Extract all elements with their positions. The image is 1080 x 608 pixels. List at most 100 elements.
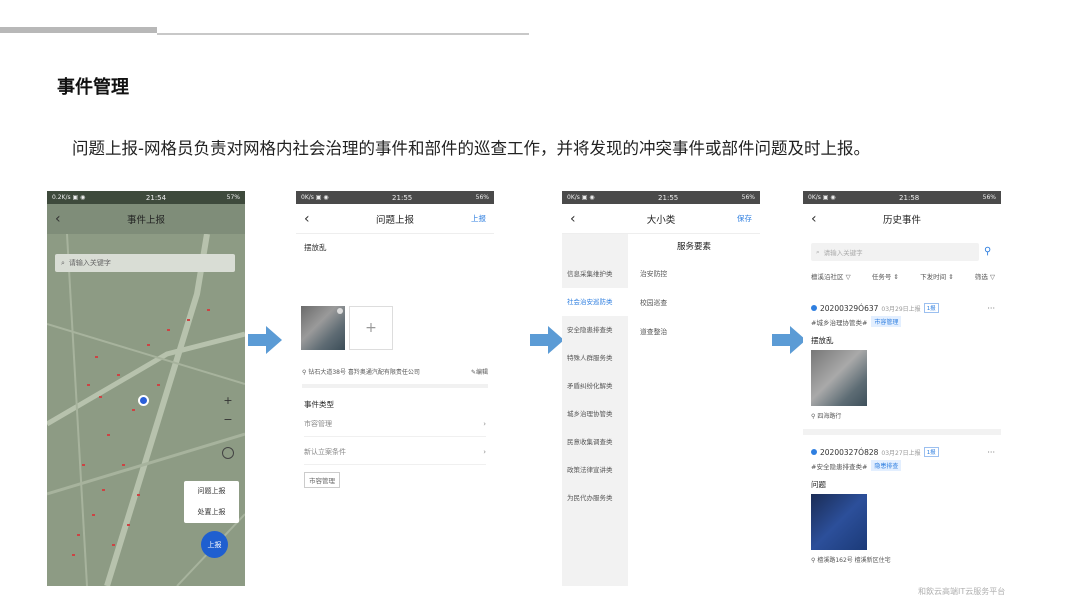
back-icon[interactable]: ‹ bbox=[304, 211, 334, 227]
history-search-input[interactable]: ⌕ 请输入关键字 bbox=[811, 243, 979, 261]
photo-thumbnail[interactable] bbox=[301, 306, 345, 350]
event-photo[interactable] bbox=[811, 494, 867, 550]
page-title: 问题上报 bbox=[375, 214, 414, 226]
category-item[interactable]: 城乡治理协管类 bbox=[562, 400, 628, 428]
more-icon[interactable]: ··· bbox=[987, 304, 995, 313]
search-icon: ⌕ bbox=[816, 247, 820, 256]
subcategory-item[interactable]: 道查整治 bbox=[640, 318, 667, 347]
status-right: 57% bbox=[226, 194, 240, 201]
category-item[interactable]: 信息采集维护类 bbox=[562, 260, 628, 288]
subcategory-heading: 服务要素 bbox=[676, 242, 711, 252]
search-icon: ⌕ bbox=[61, 258, 65, 267]
category-item[interactable]: 政策法律宣讲类 bbox=[562, 456, 628, 484]
event-card[interactable]: 20200329Ó637 03月29日上报 1报 ··· #城乡治理协管类# 市… bbox=[811, 303, 995, 420]
slide-title: 事件管理 bbox=[57, 77, 129, 98]
status-left: 0K/s ▣ ◉ bbox=[301, 194, 329, 201]
filter-issue-time[interactable]: 下发时间 ⇕ bbox=[920, 271, 954, 281]
location-text: 钻石大道38号 喜羚奥通汽配有限责任公司 bbox=[308, 369, 420, 376]
page-title: 事件上报 bbox=[126, 215, 165, 226]
category-tag[interactable]: 市容管理 bbox=[304, 472, 340, 488]
more-icon[interactable]: ··· bbox=[987, 448, 995, 457]
back-icon[interactable]: ‹ bbox=[55, 211, 85, 227]
status-left: 0.2K/s ▣ ◉ bbox=[52, 194, 86, 201]
case-condition-row[interactable]: 新认立案条件 › bbox=[304, 439, 486, 465]
nav-bar: ‹ 历史事件 bbox=[803, 204, 1001, 234]
location-pin-icon[interactable] bbox=[138, 395, 149, 406]
event-card[interactable]: 20200327Ó828 03月27日上报 1报 ··· #安全隐患排查类# 隐… bbox=[811, 447, 995, 564]
arrow-right-icon bbox=[772, 326, 806, 354]
event-type-value: 市容管理 bbox=[304, 419, 332, 428]
status-time: 21:55 bbox=[392, 193, 413, 202]
category-item[interactable]: 为民代办服务类 bbox=[562, 484, 628, 512]
back-icon[interactable]: ‹ bbox=[570, 211, 600, 227]
location-pin-icon[interactable]: ⚲ bbox=[984, 246, 993, 258]
event-id: 20200327Ó828 bbox=[820, 447, 879, 457]
search-placeholder: 请输入关键字 bbox=[68, 259, 111, 267]
description-textarea[interactable]: 摆放乱 bbox=[296, 234, 494, 261]
filter-task-number[interactable]: 任务号 ⇕ bbox=[872, 271, 899, 281]
zoom-in-button[interactable]: + bbox=[223, 394, 232, 407]
phone-category-picker: 0K/s ▣ ◉ 21:55 56% ‹ 大小类 保存 信息采集维护类 社会治安… bbox=[562, 191, 760, 586]
locate-icon[interactable] bbox=[222, 447, 234, 459]
menu-item-handle-report[interactable]: 处置上报 bbox=[184, 502, 239, 523]
filter-button[interactable]: 筛选 ▽ bbox=[975, 271, 995, 281]
submit-button[interactable]: 上报 bbox=[456, 213, 486, 224]
zoom-out-button[interactable]: − bbox=[223, 413, 232, 426]
arrow-right-icon bbox=[530, 326, 564, 354]
edit-location-button[interactable]: ✎编辑 bbox=[471, 367, 488, 376]
event-date: 03月29日上报 bbox=[881, 305, 921, 313]
event-category: #安全隐患排查类# bbox=[811, 462, 868, 471]
section-title: 事件类型 bbox=[304, 400, 334, 409]
category-item-active[interactable]: 社会治安巡防类 bbox=[562, 288, 628, 316]
location-row: ⚲ 钻石大道38号 喜羚奥通汽配有限责任公司 ✎编辑 bbox=[302, 367, 488, 388]
nav-bar: ‹ 大小类 保存 bbox=[562, 204, 760, 234]
event-title: 问题 bbox=[811, 480, 826, 489]
card-divider bbox=[803, 429, 1001, 435]
event-badge: 1报 bbox=[923, 447, 939, 457]
phone-problem-report: 0K/s ▣ ◉ 21:55 56% ‹ 问题上报 上报 摆放乱 + ⚲ 钻石大… bbox=[296, 191, 494, 586]
map-search-input[interactable]: ⌕ 请输入关键字 bbox=[55, 254, 235, 272]
subcategory-item[interactable]: 治安防控 bbox=[640, 260, 667, 289]
report-fab-button[interactable]: 上报 bbox=[201, 531, 228, 558]
subcategory-item[interactable]: 校园巡查 bbox=[640, 289, 667, 318]
photo-list: + bbox=[301, 306, 393, 350]
event-location: 四海路行 bbox=[817, 413, 842, 420]
filter-bar: 檀溪沿社区 ▽ 任务号 ⇕ 下发时间 ⇕ 筛选 ▽ bbox=[811, 271, 995, 281]
status-dot-icon bbox=[811, 305, 817, 311]
search-placeholder: 请输入关键字 bbox=[823, 249, 863, 257]
back-icon[interactable]: ‹ bbox=[811, 211, 841, 227]
menu-item-problem-report[interactable]: 问题上报 bbox=[184, 481, 239, 502]
chevron-right-icon: › bbox=[483, 419, 486, 428]
page-title: 历史事件 bbox=[882, 215, 921, 226]
event-title: 摆放乱 bbox=[811, 336, 834, 345]
phone-event-report: 0.2K/s ▣ ◉ 21:54 57% ‹ 事件上报 ⌕ 请输入关键字 + −… bbox=[47, 191, 245, 586]
status-bar: 0K/s ▣ ◉ 21:55 56% bbox=[562, 191, 760, 204]
status-left: 0K/s ▣ ◉ bbox=[567, 194, 595, 201]
filter-community[interactable]: 檀溪沿社区 ▽ bbox=[811, 271, 851, 281]
status-right: 56% bbox=[982, 194, 996, 201]
phone-history-events: 0K/s ▣ ◉ 21:58 56% ‹ 历史事件 ⌕ 请输入关键字 ⚲ 檀溪沿… bbox=[803, 191, 1001, 586]
save-button[interactable]: 保存 bbox=[722, 213, 752, 224]
chevron-right-icon: › bbox=[483, 447, 486, 456]
event-photo[interactable] bbox=[811, 350, 867, 406]
add-photo-button[interactable]: + bbox=[349, 306, 393, 350]
nav-bar: ‹ 事件上报 bbox=[47, 204, 245, 234]
event-type-row[interactable]: 市容管理 › bbox=[304, 411, 486, 437]
category-list: 信息采集维护类 社会治安巡防类 安全隐患排查类 特殊人群服务类 矛盾纠纷化解类 … bbox=[562, 234, 628, 586]
status-bar: 0.2K/s ▣ ◉ 21:54 57% bbox=[47, 191, 245, 204]
event-date: 03月27日上报 bbox=[881, 449, 921, 457]
category-item[interactable]: 安全隐患排查类 bbox=[562, 316, 628, 344]
status-right: 56% bbox=[741, 194, 755, 201]
slide-description: 问题上报-网格员负责对网格内社会治理的事件和部件的巡查工作，并将发现的冲突事件或… bbox=[72, 139, 870, 158]
status-time: 21:54 bbox=[145, 193, 167, 202]
event-badge: 1报 bbox=[923, 303, 939, 313]
status-time: 21:55 bbox=[658, 193, 679, 202]
status-time: 21:58 bbox=[899, 193, 920, 202]
report-menu: 问题上报 处置上报 bbox=[184, 481, 239, 523]
page-title: 大小类 bbox=[646, 214, 676, 226]
category-item[interactable]: 矛盾纠纷化解类 bbox=[562, 372, 628, 400]
category-item[interactable]: 民意收集调查类 bbox=[562, 428, 628, 456]
edit-label: 编辑 bbox=[475, 369, 488, 376]
category-item[interactable]: 特殊人群服务类 bbox=[562, 344, 628, 372]
event-tag: 隐患排查 bbox=[871, 460, 902, 471]
